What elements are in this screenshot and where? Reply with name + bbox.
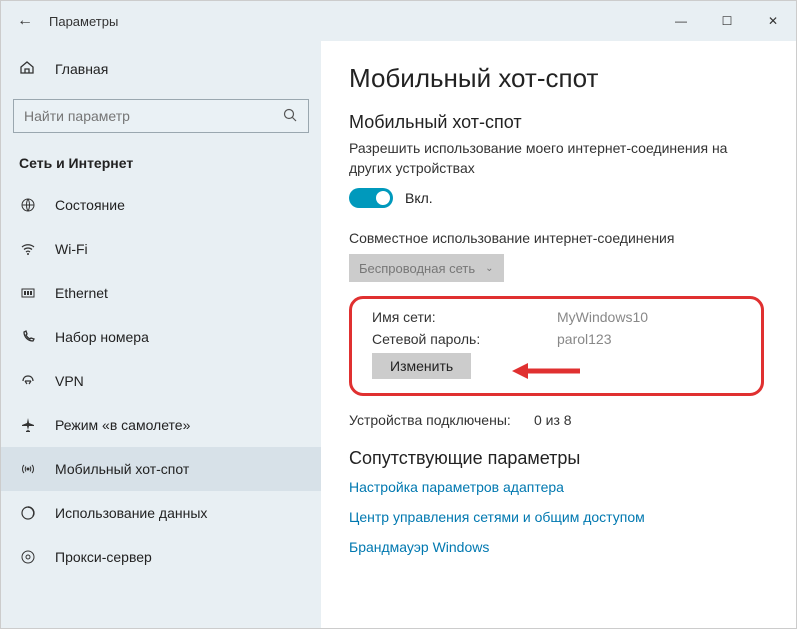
nav-label: Wi-Fi	[55, 241, 88, 257]
nav-label: Режим «в самолете»	[55, 417, 190, 433]
window-title: Параметры	[49, 14, 118, 29]
close-button[interactable]: ✕	[750, 1, 796, 41]
search-icon	[282, 107, 298, 126]
section-desc: Разрешить использование моего интернет-с…	[349, 139, 764, 178]
highlighted-box: Имя сети: MyWindows10 Сетевой пароль: pa…	[349, 296, 764, 396]
link-network-center[interactable]: Центр управления сетями и общим доступом	[349, 509, 764, 525]
section-title: Мобильный хот-спот	[349, 112, 764, 133]
toggle-state-label: Вкл.	[405, 190, 433, 206]
link-firewall[interactable]: Брандмауэр Windows	[349, 539, 764, 555]
dropdown-value: Беспроводная сеть	[359, 261, 475, 276]
nav-item-status[interactable]: Состояние	[1, 183, 321, 227]
network-password-row: Сетевой пароль: parol123	[372, 331, 741, 347]
back-button[interactable]: ←	[1, 12, 49, 30]
share-connection-dropdown[interactable]: Беспроводная сеть ⌄	[349, 254, 504, 282]
network-name-label: Имя сети:	[372, 309, 557, 325]
main-content: Мобильный хот-спот Мобильный хот-спот Ра…	[321, 41, 796, 628]
related-title: Сопутствующие параметры	[349, 448, 764, 469]
maximize-button[interactable]: ☐	[704, 1, 750, 41]
share-label: Совместное использование интернет-соедин…	[349, 230, 764, 246]
settings-window: ← Параметры — ☐ ✕ Главная Сеть и Интерне…	[0, 0, 797, 629]
edit-button[interactable]: Изменить	[372, 353, 471, 379]
network-name-row: Имя сети: MyWindows10	[372, 309, 741, 325]
vpn-icon	[19, 373, 37, 389]
nav-label: Мобильный хот-спот	[55, 461, 189, 477]
nav-item-wifi[interactable]: Wi-Fi	[1, 227, 321, 271]
devices-row: Устройства подключены: 0 из 8	[349, 412, 764, 428]
nav-label: Набор номера	[55, 329, 149, 345]
body: Главная Сеть и Интернет Состояние Wi	[1, 41, 796, 628]
link-adapter-settings[interactable]: Настройка параметров адаптера	[349, 479, 764, 495]
titlebar: ← Параметры — ☐ ✕	[1, 1, 796, 41]
hotspot-toggle[interactable]	[349, 188, 393, 208]
search-input[interactable]	[24, 108, 282, 124]
nav-label: Ethernet	[55, 285, 108, 301]
minimize-button[interactable]: —	[658, 1, 704, 41]
nav-label: Состояние	[55, 197, 125, 213]
toggle-knob	[376, 191, 390, 205]
nav-item-datausage[interactable]: Использование данных	[1, 491, 321, 535]
home-nav[interactable]: Главная	[1, 49, 321, 89]
phone-icon	[19, 329, 37, 345]
data-usage-icon	[19, 505, 37, 521]
nav-item-ethernet[interactable]: Ethernet	[1, 271, 321, 315]
network-password-value: parol123	[557, 331, 612, 347]
devices-label: Устройства подключены:	[349, 412, 534, 428]
nav-label: VPN	[55, 373, 84, 389]
nav-item-dialup[interactable]: Набор номера	[1, 315, 321, 359]
window-controls: — ☐ ✕	[658, 1, 796, 41]
category-header: Сеть и Интернет	[1, 147, 321, 183]
sidebar: Главная Сеть и Интернет Состояние Wi	[1, 41, 321, 628]
nav-label: Использование данных	[55, 505, 207, 521]
nav-label: Прокси-сервер	[55, 549, 152, 565]
network-password-label: Сетевой пароль:	[372, 331, 557, 347]
devices-value: 0 из 8	[534, 412, 572, 428]
proxy-icon	[19, 549, 37, 565]
page-title: Мобильный хот-спот	[349, 63, 764, 94]
nav-item-airplane[interactable]: Режим «в самолете»	[1, 403, 321, 447]
airplane-icon	[19, 417, 37, 433]
hotspot-toggle-row: Вкл.	[349, 188, 764, 208]
search-box[interactable]	[13, 99, 309, 133]
nav-item-proxy[interactable]: Прокси-сервер	[1, 535, 321, 579]
wifi-icon	[19, 241, 37, 257]
home-icon	[19, 59, 37, 79]
nav-item-hotspot[interactable]: Мобильный хот-спот	[1, 447, 321, 491]
annotation-arrow	[512, 359, 582, 383]
home-label: Главная	[55, 61, 108, 77]
hotspot-icon	[19, 461, 37, 477]
globe-icon	[19, 197, 37, 213]
chevron-down-icon: ⌄	[485, 263, 493, 274]
network-name-value: MyWindows10	[557, 309, 648, 325]
nav-item-vpn[interactable]: VPN	[1, 359, 321, 403]
ethernet-icon	[19, 285, 37, 301]
